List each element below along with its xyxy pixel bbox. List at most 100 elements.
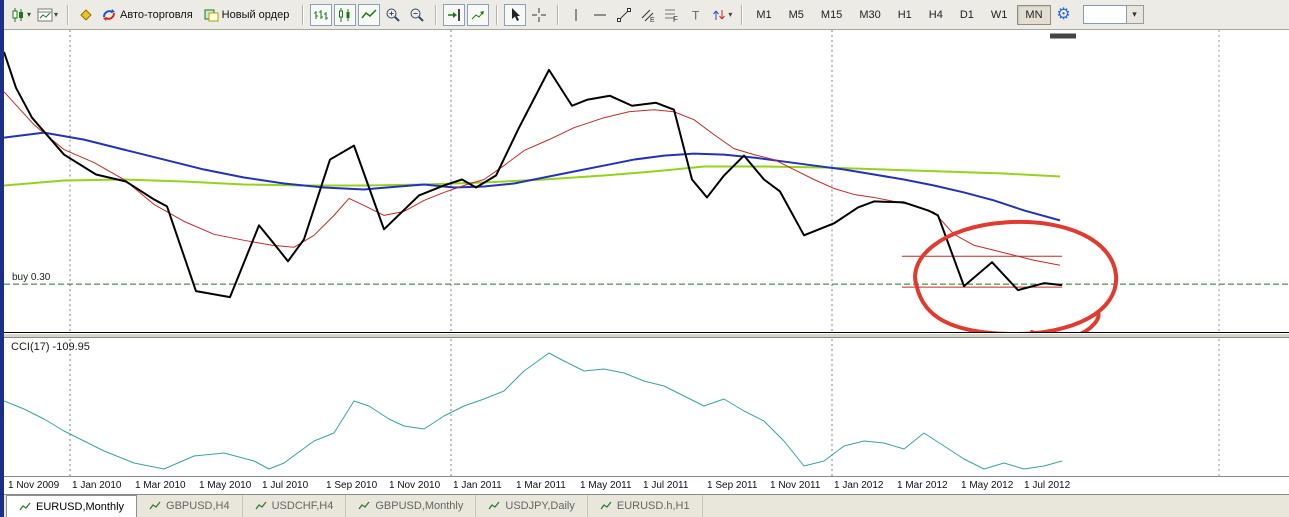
timeframe-h1[interactable]: H1	[891, 6, 919, 24]
series-ma-green	[4, 165, 1061, 187]
indicators-icon	[80, 8, 92, 21]
timeframe-m30[interactable]: M30	[852, 6, 887, 24]
tab-label: GBPUSD,Monthly	[375, 500, 464, 512]
mini-chart-icon	[600, 501, 612, 510]
mini-chart-icon	[255, 501, 267, 510]
horizontal-line-button[interactable]	[589, 4, 611, 26]
x-axis-label: 1 Jul 2011	[643, 480, 689, 491]
chart-tab-gbpusd-monthly[interactable]: GBPUSD,Monthly	[346, 495, 477, 517]
x-axis-label: 1 May 2010	[199, 480, 252, 491]
auto-trading-button[interactable]: Авто-торговля	[99, 4, 199, 26]
candlestick-chart-icon	[12, 7, 23, 22]
series-price	[4, 51, 1063, 299]
x-axis-label: 1 Jan 2010	[72, 480, 122, 491]
new-order-button[interactable]: Новый ордер	[201, 4, 296, 26]
chevron-down-icon[interactable]: ▾	[1126, 5, 1144, 24]
candlestick-button[interactable]	[334, 3, 357, 26]
x-axis-label: 1 Jul 2010	[262, 480, 309, 491]
tab-label: USDCHF,H4	[271, 500, 334, 512]
line-chart-button[interactable]	[358, 3, 381, 26]
x-axis-label: 1 Sep 2011	[707, 480, 758, 491]
crosshair-icon	[532, 7, 547, 22]
timeframe-w1[interactable]: W1	[984, 6, 1015, 24]
template-combobox[interactable]: ▾	[1082, 5, 1144, 24]
series-cci	[4, 352, 1063, 470]
chevron-down-icon: ▾	[54, 10, 59, 19]
x-axis-label: 1 Jan 2012	[834, 480, 884, 491]
timeframe-mn[interactable]: MN	[1017, 4, 1051, 25]
auto-trading-icon	[103, 8, 116, 21]
mini-chart-icon	[19, 502, 31, 510]
chart-tab-usdchf-h4[interactable]: USDCHF,H4	[243, 495, 347, 517]
timeframe-group: M1 M5 M15 M30 H1 H4 D1 W1 MN	[749, 4, 1051, 25]
combobox-value[interactable]	[1082, 5, 1127, 24]
chart-type-button[interactable]: ▾	[8, 4, 33, 26]
chart-tab-eurusd-h-h1[interactable]: EURUSD.h,H1	[588, 495, 703, 517]
x-axis-label: 1 May 2011	[580, 480, 632, 491]
zoom-out-icon	[410, 8, 425, 22]
line-chart-icon	[361, 8, 377, 18]
chevron-down-icon: ▾	[27, 10, 32, 19]
bar-chart-icon	[314, 9, 329, 20]
tab-label: GBPUSD,H4	[166, 500, 230, 512]
vertical-line-button[interactable]	[565, 4, 587, 26]
chevron-down-icon: ▾	[728, 10, 733, 19]
toolbar-separator	[435, 4, 437, 25]
tab-label: USDJPY,Daily	[505, 500, 575, 512]
toolbar: ▾ ▾ Авто-торговля Новый ордер E F T ▾ M1…	[4, 0, 1289, 30]
shift-end-button[interactable]	[443, 3, 466, 26]
x-axis-label: 1 May 2012	[961, 480, 1014, 491]
svg-text:E: E	[650, 17, 655, 23]
x-axis-label: 1 Nov 2009	[8, 480, 60, 491]
x-axis-label: 1 Nov 2010	[389, 480, 441, 491]
pane-splitter[interactable]	[4, 334, 1289, 338]
timeframe-h4[interactable]: H4	[922, 6, 950, 24]
zoom-in-icon	[386, 8, 401, 22]
auto-scroll-button[interactable]	[467, 3, 490, 26]
buy-level-label: buy 0.30	[12, 272, 51, 283]
text-icon: T	[692, 8, 700, 22]
x-axis-label: 1 Jul 2012	[1024, 480, 1071, 491]
x-axis-label: 1 Mar 2010	[135, 480, 186, 491]
chart-tab-gbpusd-h4[interactable]: GBPUSD,H4	[137, 495, 243, 517]
x-axis-label: 1 Nov 2011	[770, 480, 821, 491]
toolbar-separator	[302, 4, 304, 25]
indicators-button[interactable]	[75, 4, 97, 26]
svg-text:F: F	[673, 15, 678, 23]
arrows-button[interactable]: ▾	[709, 4, 734, 26]
toolbar-separator	[741, 4, 743, 25]
crosshair-button[interactable]	[528, 4, 550, 26]
trendline-button[interactable]	[613, 4, 635, 26]
mini-chart-icon	[488, 501, 500, 510]
price-pane[interactable]	[4, 30, 1289, 333]
window-layout-icon	[37, 8, 53, 21]
auto-scroll-icon	[471, 10, 485, 19]
fibonacci-button[interactable]: F	[661, 4, 683, 26]
new-order-label: Новый ордер	[221, 8, 290, 21]
x-axis-label: 1 Jan 2011	[453, 480, 502, 491]
timeframe-m1[interactable]: M1	[749, 6, 778, 24]
annotation-red-circle	[913, 219, 1119, 332]
equidistant-channel-button[interactable]: E	[637, 4, 659, 26]
cursor-button[interactable]	[504, 3, 527, 26]
timeframe-m15[interactable]: M15	[814, 6, 849, 24]
timeframe-m5[interactable]: M5	[782, 6, 811, 24]
toolbar-separator	[496, 4, 498, 25]
horizontal-line-icon	[594, 14, 607, 15]
trendline-icon	[617, 7, 632, 22]
bar-chart-button[interactable]	[310, 3, 333, 26]
vertical-line-icon	[575, 8, 577, 21]
window-layout-button[interactable]: ▾	[35, 4, 60, 26]
timeframe-d1[interactable]: D1	[953, 6, 981, 24]
cursor-icon	[512, 7, 521, 21]
settings-button[interactable]: ⚙	[1053, 4, 1075, 26]
shift-end-icon	[448, 8, 461, 21]
chart-tab-usdjpy-daily[interactable]: USDJPY,Daily	[476, 495, 588, 517]
chart-tab-eurusd-monthly[interactable]: EURUSD,Monthly	[6, 495, 138, 517]
text-button[interactable]: T	[685, 4, 707, 26]
zoom-in-button[interactable]	[382, 4, 404, 26]
cci-pane[interactable]	[4, 339, 1289, 476]
zoom-out-button[interactable]	[406, 4, 428, 26]
svg-text:T: T	[692, 8, 700, 22]
auto-trading-label: Авто-торговля	[120, 8, 193, 21]
